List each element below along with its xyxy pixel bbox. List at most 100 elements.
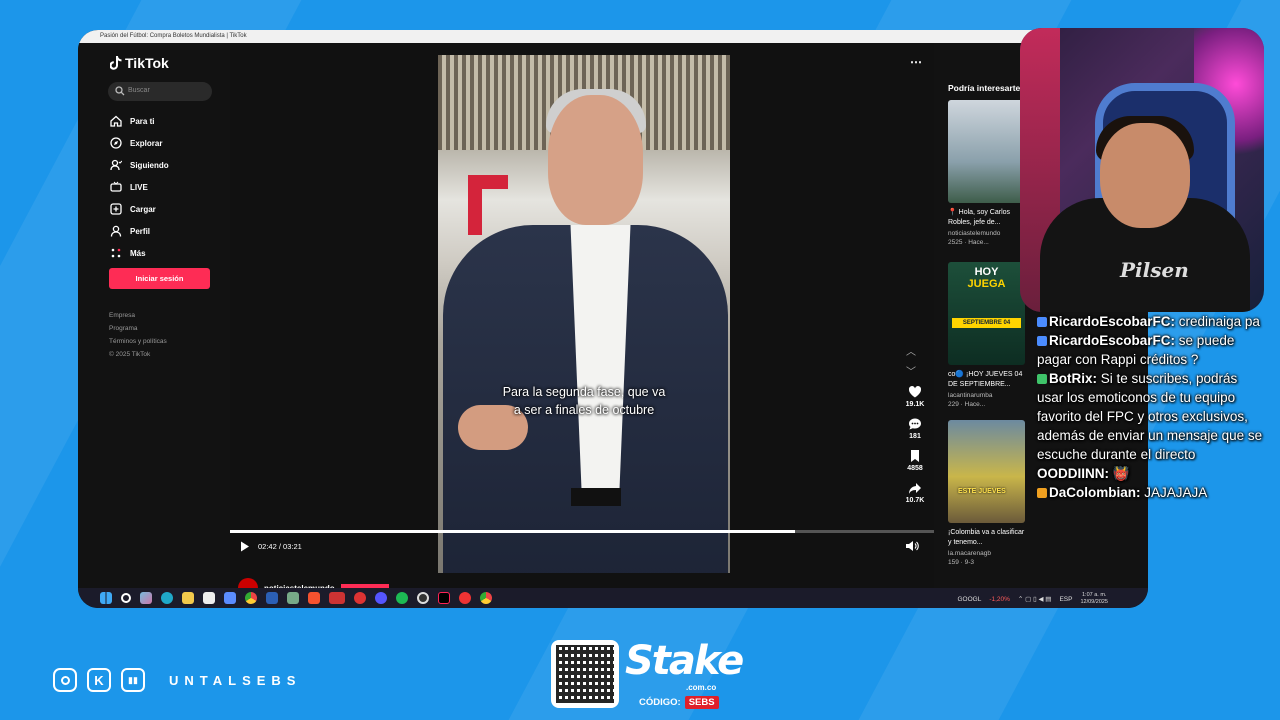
- folder-icon[interactable]: [182, 592, 194, 604]
- reco-thumbnail: ESTE JUEVES: [948, 420, 1025, 523]
- video-player[interactable]: Para la segunda fase, que va a ser a fin…: [230, 43, 934, 598]
- nav-item-label: Más: [130, 248, 146, 258]
- reco-card-stats: 229 · Hace...: [948, 401, 986, 408]
- chevron-down-icon[interactable]: ﹀: [906, 363, 916, 383]
- thumb-jueves: ESTE JUEVES: [958, 488, 1006, 495]
- footer-copyright: © 2025 TikTok: [109, 351, 151, 358]
- obs-icon[interactable]: [417, 592, 429, 604]
- brave-icon[interactable]: [308, 592, 320, 604]
- login-button[interactable]: Iniciar sesión: [109, 268, 210, 289]
- video-frame[interactable]: Para la segunda fase, que va a ser a fin…: [438, 55, 730, 573]
- tiktok-icon[interactable]: [438, 592, 450, 604]
- reco-card-author: noticiastelemundo: [948, 230, 1001, 237]
- social-links: K ▮▮ UNTALSEBS: [53, 668, 301, 692]
- comment-button[interactable]: 181: [900, 417, 930, 440]
- chat-message: OODDIINN: 👹: [1037, 466, 1130, 481]
- chrome-icon[interactable]: [245, 592, 257, 604]
- kick-icon: K: [87, 668, 111, 692]
- save-button[interactable]: 4858: [900, 449, 930, 472]
- nav-item-para-ti[interactable]: Para ti: [110, 110, 169, 132]
- more-options-icon[interactable]: ⋯: [910, 55, 922, 69]
- sponsor-logo: Stake: [625, 638, 744, 684]
- app-icon[interactable]: [224, 592, 236, 604]
- chat-username: BotRix: [1049, 371, 1093, 386]
- nav-item-explorar[interactable]: Explorar: [110, 132, 169, 154]
- nav-item-perfil[interactable]: Perfil: [110, 220, 169, 242]
- upload-icon: [110, 203, 122, 215]
- app-icon[interactable]: [459, 592, 471, 604]
- reco-card[interactable]: 📍 Hola, soy Carlos Robles, jefe de... no…: [948, 100, 1025, 246]
- spotify-icon[interactable]: [396, 592, 408, 604]
- reco-card-stats: 2525 · Hace...: [948, 239, 989, 246]
- edge-icon[interactable]: [161, 592, 173, 604]
- app-icon[interactable]: [287, 592, 299, 604]
- clock-time: 1:07 a. m.: [1082, 592, 1107, 598]
- webcam-overlay: Pilsen: [1020, 28, 1264, 312]
- language-indicator[interactable]: ESP: [1059, 596, 1072, 603]
- chat-username: DaColombian: [1049, 485, 1137, 500]
- video-progress-fill: [230, 530, 796, 533]
- search-placeholder: Buscar: [128, 87, 150, 94]
- promo-code-label: CÓDIGO:: [639, 697, 681, 708]
- stock-change: -1,20%: [989, 595, 1010, 603]
- sponsor-domain: .com.co: [686, 683, 717, 692]
- reco-thumbnail: [948, 100, 1025, 203]
- store-icon[interactable]: [203, 592, 215, 604]
- reco-title: Podría interesarte: [948, 83, 1021, 93]
- reco-card[interactable]: ESTE JUEVES ¡Colombia va a clasificar y …: [948, 420, 1025, 566]
- tray-icons[interactable]: ⌃ ▢ ▯ ◀ ▤: [1018, 595, 1052, 603]
- chat-text: credinaiga pa: [1178, 314, 1260, 329]
- footer-link-programa[interactable]: Programa: [109, 322, 167, 335]
- nav-item-label: Explorar: [130, 138, 163, 148]
- copilot-icon[interactable]: [140, 592, 152, 604]
- nav-item-siguiendo[interactable]: Siguiendo: [110, 154, 169, 176]
- windows-start-icon[interactable]: [100, 592, 112, 604]
- clock[interactable]: 1:07 a. m. 12/09/2025: [1080, 592, 1108, 606]
- chat-badge-icon: [1037, 488, 1047, 498]
- reco-card-author: lacantinarumba: [948, 392, 993, 399]
- clock-date: 12/09/2025: [1080, 599, 1108, 605]
- play-icon[interactable]: [240, 541, 250, 552]
- chat-badge-icon: [1037, 374, 1047, 384]
- streamer-face: [1100, 123, 1190, 228]
- chat-badge-icon: [1037, 336, 1047, 346]
- footer-link-terminos[interactable]: Términos y políticas: [109, 335, 167, 348]
- chevron-up-icon[interactable]: ︿: [906, 343, 916, 363]
- chrome-icon[interactable]: [480, 592, 492, 604]
- share-count: 10.7K: [905, 497, 925, 504]
- like-button[interactable]: 19.1K: [900, 385, 930, 408]
- volume-icon[interactable]: [905, 539, 919, 553]
- tiktok-logo[interactable]: TikTok: [110, 55, 169, 71]
- reco-card-author: la.macarenagb: [948, 550, 991, 557]
- tiktok-note-icon: [110, 56, 122, 70]
- app-icon[interactable]: [329, 592, 345, 604]
- app-icon[interactable]: [375, 592, 387, 604]
- search-icon: [115, 86, 125, 96]
- video-progress-bar[interactable]: [230, 530, 934, 533]
- nav-item-cargar[interactable]: Cargar: [110, 198, 169, 220]
- nav-item-live[interactable]: LIVE: [110, 176, 169, 198]
- heart-icon: [908, 386, 922, 398]
- reco-card-title: co🔵 ¡HOY JUEVES 04 DE SEPTIEMBRE...: [948, 371, 1023, 388]
- video-subtitle: Para la segunda fase, que va a ser a fin…: [438, 383, 730, 419]
- video-actions: 19.1K 181 4858 10.7K: [900, 385, 930, 513]
- reco-card-title: 📍 Hola, soy Carlos Robles, jefe de...: [948, 209, 1011, 226]
- footer-links: Empresa Programa Términos y políticas © …: [109, 309, 167, 361]
- screen-capture: Pasión del Fútbol: Compra Boletos Mundia…: [78, 30, 1148, 608]
- chat-username: RicardoEscobarFC: [1049, 314, 1171, 329]
- chat-text: JAJAJAJA: [1144, 485, 1208, 500]
- nav-item-label: Para ti: [130, 116, 155, 126]
- stock-ticker[interactable]: GOOGL: [957, 596, 981, 603]
- promo-code: CÓDIGO: SEBS: [639, 696, 719, 709]
- home-icon: [110, 115, 122, 127]
- share-button[interactable]: 10.7K: [900, 481, 930, 504]
- word-icon[interactable]: [266, 592, 278, 604]
- search-input[interactable]: Buscar: [108, 82, 212, 101]
- app-icon[interactable]: [354, 592, 366, 604]
- promo-code-value: SEBS: [684, 696, 719, 709]
- reco-card[interactable]: HOY JUEGA SEPTIEMBRE 04 co🔵 ¡HOY JUEVES …: [948, 262, 1025, 408]
- search-icon[interactable]: [121, 593, 131, 603]
- browser-tab-title[interactable]: Pasión del Fútbol: Compra Boletos Mundia…: [78, 30, 1148, 43]
- nav-item-mas[interactable]: Más: [110, 242, 169, 264]
- footer-link-empresa[interactable]: Empresa: [109, 309, 167, 322]
